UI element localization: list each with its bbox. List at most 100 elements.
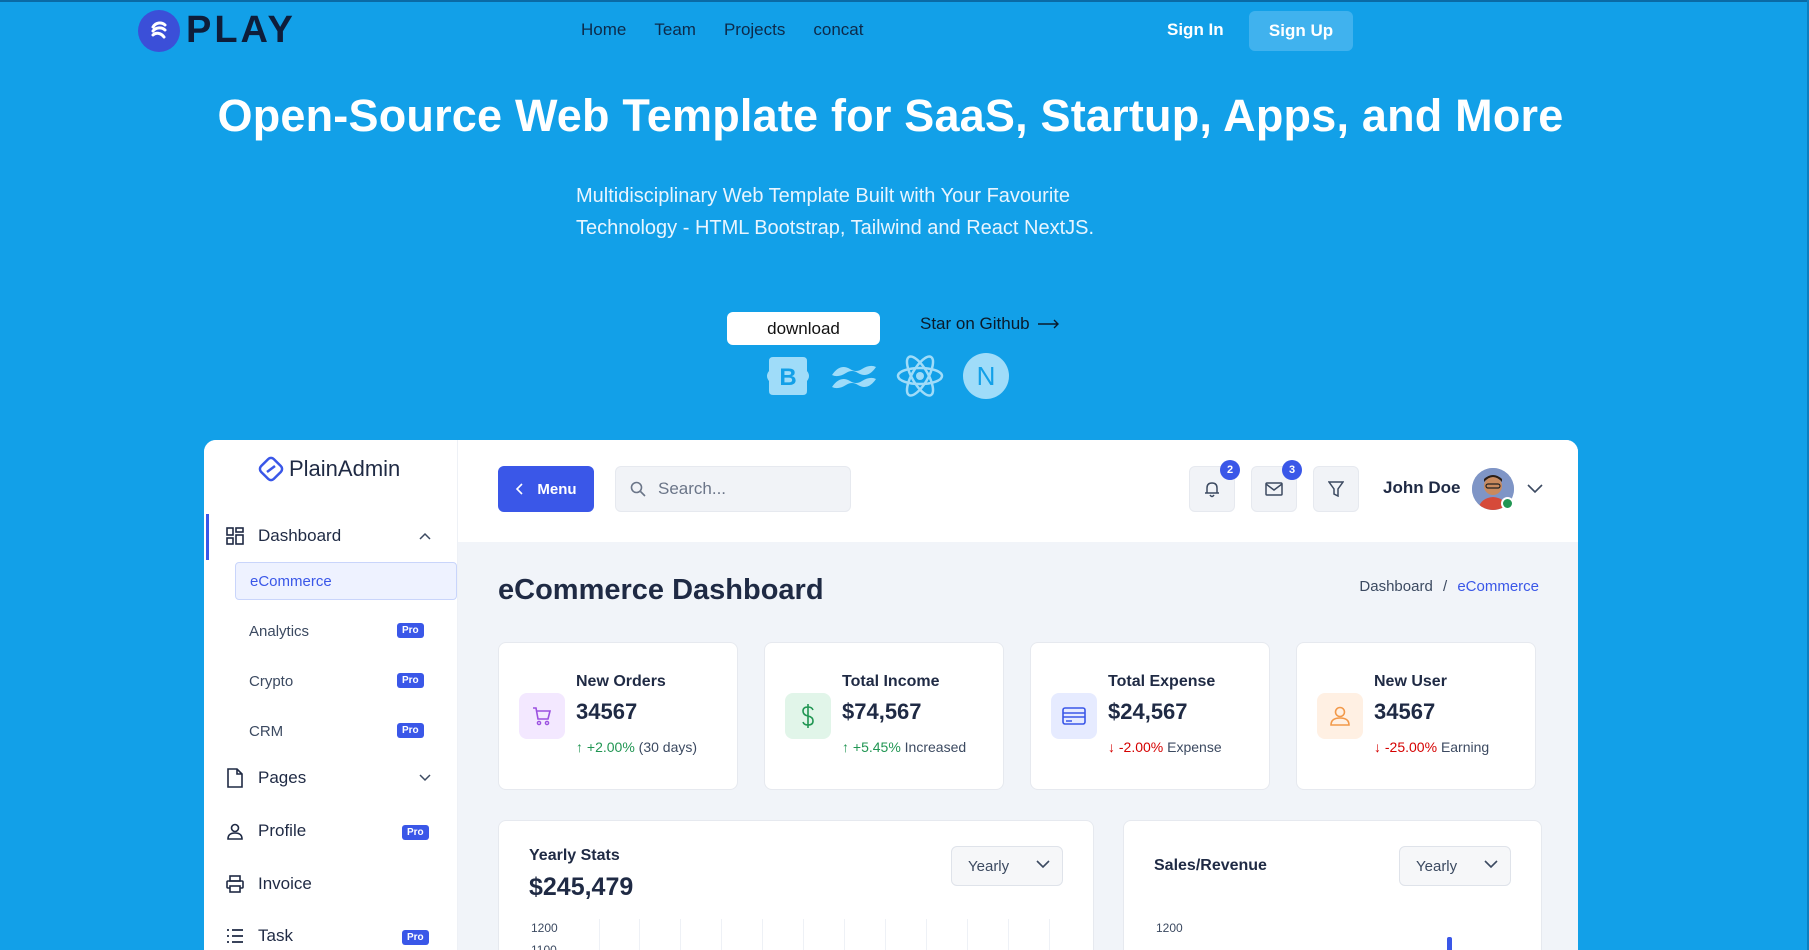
change-note: Earning	[1440, 739, 1490, 755]
chevron-down-icon[interactable]	[419, 774, 431, 782]
menu-button[interactable]: Menu	[498, 466, 594, 512]
grid-line	[639, 919, 640, 950]
plainadmin-name: PlainAdmin	[289, 456, 401, 481]
stat-card-new-user: New User 34567 ↓ -25.00% Earning	[1296, 642, 1536, 790]
change-note: (30 days)	[638, 739, 698, 755]
hero-subtitle: Multidisciplinary Web Template Built wit…	[0, 180, 1702, 244]
grid-line	[926, 919, 927, 950]
card-title: Total Expense	[1108, 673, 1216, 690]
arrow-up-icon: ↑	[576, 739, 583, 755]
period-select-value: Yearly	[968, 857, 1010, 875]
card-title: Total Income	[842, 673, 940, 690]
online-status-dot	[1501, 497, 1514, 510]
sidebar-item-crypto[interactable]: Crypto	[235, 662, 457, 700]
user-name[interactable]: John Doe	[1383, 478, 1460, 498]
nav-links: Home Team Projects concat	[581, 20, 863, 40]
sidebar-item-task[interactable]: Task	[226, 926, 293, 946]
nav-projects[interactable]: Projects	[724, 20, 785, 40]
pro-badge: Pro	[397, 723, 424, 738]
y-tick: 1100	[531, 943, 557, 950]
notifications-button[interactable]: 2	[1189, 460, 1240, 512]
search-placeholder: Search...	[658, 479, 727, 498]
sidebar-item-pages[interactable]: Pages	[226, 768, 306, 788]
dashboard-topbar: Menu Search... 2 3 John Doe	[458, 440, 1578, 542]
chevron-up-icon[interactable]	[419, 532, 431, 540]
active-indicator	[206, 514, 209, 560]
breadcrumb-current: eCommerce	[1457, 578, 1539, 595]
chevron-left-icon	[516, 483, 523, 495]
nav-concat[interactable]: concat	[813, 20, 863, 40]
grid-line	[1008, 919, 1009, 950]
brand-logo[interactable]: PLAY	[138, 9, 296, 52]
stat-card-total-expense: Total Expense $24,567 ↓ -2.00% Expense	[1030, 642, 1270, 790]
dashboard-preview: PlainAdmin Dashboard eCommerce Analytics…	[204, 440, 1578, 950]
svg-text:N: N	[977, 361, 996, 391]
tech-icons: B N	[764, 352, 1010, 400]
play-logo-icon	[138, 9, 180, 52]
yearly-stats-panel: Yearly Stats $245,479 Yearly 1200 1100	[498, 820, 1094, 950]
react-icon	[896, 352, 944, 400]
nav-home[interactable]: Home	[581, 20, 626, 40]
mail-icon	[1265, 482, 1283, 496]
change-percent: -2.00%	[1118, 739, 1164, 755]
messages-button[interactable]: 3	[1251, 460, 1302, 512]
tailwind-icon	[830, 352, 878, 400]
stat-card-new-orders: New Orders 34567 ↑ +2.00% (30 days)	[498, 642, 738, 790]
grid-line	[1049, 919, 1050, 950]
arrow-right-icon	[1037, 319, 1059, 329]
stat-card-total-income: Total Income $74,567 ↑ +5.45% Increased	[764, 642, 1004, 790]
github-label: Star on Github	[920, 314, 1030, 333]
sidebar-item-profile[interactable]: Profile	[226, 821, 306, 841]
sign-in-link[interactable]: Sign In	[1167, 20, 1224, 40]
breadcrumb-separator: /	[1442, 578, 1448, 595]
user-icon	[1317, 693, 1363, 739]
sidebar-item-analytics[interactable]: Analytics	[235, 612, 457, 650]
sidebar-label-dashboard: Dashboard	[258, 526, 342, 545]
nextjs-icon: N	[962, 352, 1010, 400]
svg-text:B: B	[779, 364, 796, 391]
plainadmin-logo-icon	[258, 456, 284, 482]
brand-name: PLAY	[186, 9, 296, 51]
breadcrumb-root[interactable]: Dashboard	[1359, 578, 1432, 595]
bell-icon	[1205, 482, 1219, 498]
download-button[interactable]: download	[727, 312, 880, 345]
change-percent: +2.00%	[586, 739, 635, 755]
dollar-icon	[785, 693, 831, 739]
plainadmin-logo[interactable]: PlainAdmin	[257, 455, 400, 483]
pro-badge: Pro	[402, 930, 429, 945]
cart-icon	[519, 693, 565, 739]
sidebar-item-dashboard[interactable]: Dashboard	[226, 526, 341, 546]
sidebar-label-task: Task	[258, 926, 293, 945]
star-on-github-link[interactable]: Star on Github	[920, 314, 1060, 334]
dashboard-grid-icon	[226, 527, 244, 545]
page-icon	[227, 768, 243, 788]
sidebar: PlainAdmin Dashboard eCommerce Analytics…	[204, 440, 458, 950]
grid-line	[967, 919, 968, 950]
user-icon	[227, 823, 243, 840]
sidebar-label-invoice: Invoice	[258, 874, 312, 893]
grid-line	[762, 919, 763, 950]
sidebar-label-profile: Profile	[258, 821, 307, 840]
sign-up-button[interactable]: Sign Up	[1249, 11, 1353, 51]
card-title: New User	[1374, 673, 1447, 690]
search-icon	[630, 481, 646, 497]
chevron-down-icon[interactable]	[1527, 484, 1543, 494]
card-change: ↑ +2.00% (30 days)	[576, 739, 697, 755]
change-note: Increased	[904, 739, 967, 755]
menu-button-label: Menu	[537, 480, 577, 498]
nav-team[interactable]: Team	[654, 20, 696, 40]
pro-badge: Pro	[402, 825, 429, 840]
change-note: Expense	[1167, 739, 1222, 755]
breadcrumb: Dashboard / eCommerce	[1359, 578, 1539, 595]
card-value: $74,567	[842, 699, 922, 724]
sidebar-item-ecommerce[interactable]: eCommerce	[235, 562, 457, 600]
chevron-down-icon	[1036, 860, 1050, 869]
period-select[interactable]: Yearly	[951, 846, 1063, 886]
sidebar-item-invoice[interactable]: Invoice	[226, 874, 312, 894]
message-count-badge: 3	[1282, 460, 1302, 480]
period-select[interactable]: Yearly	[1399, 846, 1511, 886]
chevron-down-icon	[1484, 860, 1498, 869]
search-input[interactable]: Search...	[615, 466, 851, 512]
sidebar-item-crm[interactable]: CRM	[235, 712, 457, 750]
filter-button[interactable]	[1313, 466, 1359, 512]
